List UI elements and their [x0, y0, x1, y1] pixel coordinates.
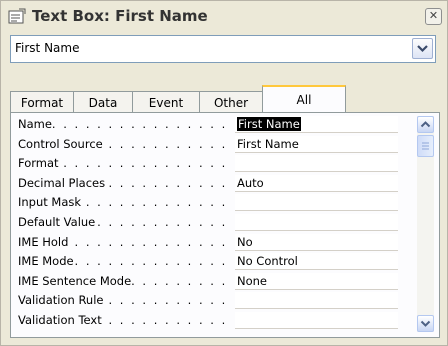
property-label: Control Source . . . . . . . . . . . . .… — [18, 136, 234, 153]
tab-data[interactable]: Data — [73, 91, 133, 114]
property-sheet-window: Text Box: First Name ✕ First Name Format… — [0, 0, 448, 346]
property-label: Name . . . . . . . . . . . . . . . . . .… — [18, 116, 234, 133]
property-value-field[interactable]: Auto — [235, 174, 398, 192]
property-value: First Name — [237, 117, 301, 131]
tab-format[interactable]: Format — [10, 91, 74, 114]
chevron-down-icon — [417, 45, 428, 53]
tab-event[interactable]: Event — [132, 91, 200, 114]
property-label: IME Sentence Mode . . . . . . . . . . . … — [18, 273, 234, 290]
close-button[interactable]: ✕ — [425, 8, 442, 25]
property-label-text: Validation Text — [18, 313, 103, 327]
property-row[interactable]: Decimal Places . . . . . . . . . . . . .… — [11, 174, 411, 192]
property-value-field[interactable] — [235, 292, 398, 310]
property-label: IME Mode . . . . . . . . . . . . . . . .… — [18, 253, 234, 270]
property-value: No — [237, 234, 253, 249]
property-row[interactable]: Control Source . . . . . . . . . . . . .… — [11, 135, 411, 153]
property-label: Validation Text . . . . . . . . . . . . … — [18, 312, 234, 329]
dropdown-button[interactable] — [412, 38, 433, 59]
tab-strip: Format Data Event Other All — [10, 85, 438, 115]
tab-all[interactable]: All — [262, 85, 346, 115]
title-bar[interactable]: Text Box: First Name ✕ — [2, 2, 446, 30]
property-row[interactable]: Default Value . . . . . . . . . . . . . … — [11, 214, 411, 231]
scroll-down-button[interactable] — [417, 315, 434, 332]
close-icon: ✕ — [428, 9, 439, 22]
arrow-up-icon — [420, 121, 431, 128]
property-label-text: Format — [18, 156, 60, 171]
property-label-text: Decimal Places — [18, 175, 107, 190]
property-row[interactable]: IME Hold . . . . . . . . . . . . . . . .… — [11, 233, 411, 251]
property-row[interactable]: Validation Text . . . . . . . . . . . . … — [11, 312, 411, 329]
property-value-field[interactable]: No — [235, 233, 398, 251]
grip-icon — [422, 142, 429, 150]
arrow-down-icon — [420, 320, 431, 327]
property-label: Default Value . . . . . . . . . . . . . … — [18, 214, 234, 231]
property-value: First Name — [237, 136, 299, 151]
property-label-text: Control Source — [18, 136, 104, 151]
property-value-field[interactable]: None — [235, 272, 398, 290]
property-value-field[interactable] — [235, 155, 398, 173]
property-label-text: Default Value — [18, 215, 97, 229]
property-label: Decimal Places . . . . . . . . . . . . .… — [18, 175, 234, 192]
tab-other[interactable]: Other — [199, 91, 263, 114]
object-selector-value: First Name — [15, 41, 80, 55]
property-label-text: Input Mask — [18, 195, 83, 210]
property-row[interactable]: IME Sentence Mode . . . . . . . . . . . … — [11, 272, 411, 290]
scroll-up-button[interactable] — [417, 116, 434, 133]
property-label: Validation Rule . . . . . . . . . . . . … — [18, 292, 234, 309]
property-label-text: IME Hold — [18, 234, 70, 249]
property-label: Input Mask . . . . . . . . . . . . . . .… — [18, 194, 234, 211]
property-label-text: Name — [18, 117, 53, 131]
property-value: No Control — [237, 254, 298, 269]
property-label: Format . . . . . . . . . . . . . . . . .… — [18, 155, 234, 172]
property-row[interactable]: Name . . . . . . . . . . . . . . . . . .… — [11, 116, 411, 133]
property-row[interactable]: Input Mask . . . . . . . . . . . . . . .… — [11, 194, 411, 212]
property-label: IME Hold . . . . . . . . . . . . . . . .… — [18, 234, 234, 251]
object-selector-dropdown[interactable]: First Name — [10, 35, 436, 63]
property-row[interactable]: IME Mode . . . . . . . . . . . . . . . .… — [11, 253, 411, 271]
property-value-field[interactable] — [235, 214, 398, 231]
property-label-text: IME Mode — [18, 254, 75, 269]
property-label-text: IME Sentence Mode — [18, 273, 133, 288]
properties-icon — [8, 8, 26, 24]
property-value-field[interactable]: First Name — [235, 116, 398, 133]
property-row[interactable]: Validation Rule . . . . . . . . . . . . … — [11, 292, 411, 310]
property-value: Auto — [237, 175, 264, 190]
property-label-text: Validation Rule — [18, 293, 105, 308]
property-value: None — [237, 273, 268, 288]
properties-panel: Name . . . . . . . . . . . . . . . . . .… — [10, 112, 440, 338]
property-value-field[interactable] — [235, 312, 398, 329]
window-title: Text Box: First Name — [32, 7, 208, 25]
property-row[interactable]: Format . . . . . . . . . . . . . . . . .… — [11, 155, 411, 173]
property-value-field[interactable] — [235, 194, 398, 212]
scroll-thumb[interactable] — [417, 135, 434, 157]
vertical-scrollbar[interactable] — [417, 116, 434, 332]
property-value-field[interactable]: No Control — [235, 253, 398, 271]
property-value-field[interactable]: First Name — [235, 135, 398, 153]
